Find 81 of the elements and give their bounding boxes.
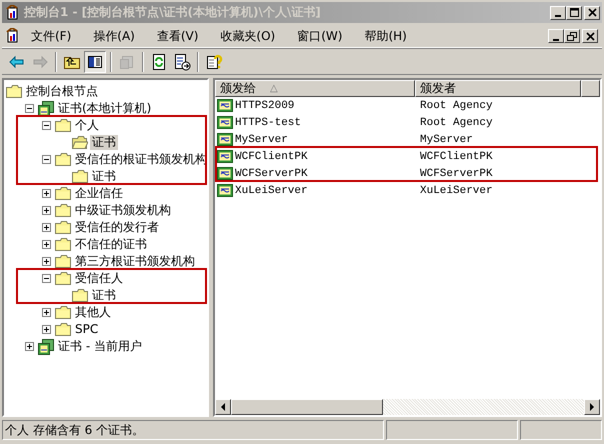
certificate-icon	[217, 149, 233, 164]
folder-icon	[55, 186, 71, 202]
folder-icon	[55, 202, 71, 218]
app-icon	[6, 4, 20, 20]
app-icon	[6, 28, 20, 44]
expand-icon[interactable]	[42, 206, 51, 215]
menu-item[interactable]: 帮助(H)	[353, 28, 418, 44]
issuer-cell: WCFServerPK	[420, 168, 493, 180]
scroll-right-button[interactable]	[584, 399, 600, 415]
folder-icon	[72, 168, 88, 184]
expand-icon[interactable]	[42, 257, 51, 266]
folder-icon	[55, 254, 71, 270]
certificate-icon	[217, 183, 233, 198]
tree-item[interactable]: 个人	[73, 118, 101, 133]
certificate-icon	[217, 132, 233, 147]
expand-icon[interactable]	[25, 342, 34, 351]
right-arrow-icon	[589, 403, 595, 411]
folder-icon	[55, 304, 71, 320]
folder-icon	[55, 152, 71, 168]
collapse-icon[interactable]	[42, 155, 51, 164]
certificate-store-icon	[38, 100, 54, 116]
collapse-icon[interactable]	[25, 104, 34, 113]
expand-icon[interactable]	[42, 240, 51, 249]
expand-icon[interactable]	[42, 189, 51, 198]
tree-item[interactable]: SPC	[73, 322, 100, 337]
folder-icon	[72, 288, 88, 304]
issuer-cell: MyServer	[420, 134, 473, 146]
issuer-cell: WCFClientPK	[420, 150, 493, 162]
tree-item[interactable]: 证书	[90, 288, 118, 303]
issuer-cell: Root Agency	[420, 100, 493, 112]
expand-icon[interactable]	[42, 325, 51, 334]
tree-item[interactable]: 受信任人	[73, 271, 125, 286]
certificate-icon	[217, 166, 233, 181]
folder-icon	[55, 220, 71, 236]
certificate-name[interactable]: HTTPS-test	[235, 116, 302, 128]
certificate-icon	[217, 98, 233, 113]
open-folder-icon	[72, 134, 88, 150]
column-header[interactable]: 颁发给 △	[215, 80, 415, 97]
menu-item[interactable]: 收藏夹(O)	[209, 28, 286, 44]
collapse-icon[interactable]	[42, 274, 51, 283]
tree-item[interactable]: 受信任的发行者	[73, 220, 161, 235]
tree-item[interactable]: 企业信任	[73, 186, 125, 201]
certificate-name[interactable]: XuLeiServer	[235, 184, 308, 196]
column-header[interactable]: 颁发者	[415, 80, 581, 97]
refresh-icon[interactable]	[150, 52, 168, 70]
menu-item[interactable]: 文件(F)	[20, 28, 82, 44]
tree-item[interactable]: 证书(本地计算机)	[56, 101, 154, 116]
status-text: 个人 存储含有 6 个证书。	[2, 420, 384, 440]
tree-item[interactable]: 证书	[90, 169, 118, 184]
horizontal-scrollbar[interactable]	[215, 399, 600, 415]
expand-icon[interactable]	[42, 308, 51, 317]
scrollbar-thumb[interactable]	[231, 399, 383, 415]
folder-icon	[6, 84, 22, 100]
help-icon[interactable]	[205, 52, 223, 70]
tree-item[interactable]: 其他人	[73, 305, 113, 320]
folder-icon	[55, 118, 71, 134]
menu-item[interactable]: 窗口(W)	[286, 28, 354, 44]
scroll-left-button[interactable]	[215, 399, 231, 415]
folder-icon	[55, 322, 71, 338]
folder-icon	[55, 236, 71, 252]
collapse-icon[interactable]	[42, 121, 51, 130]
expand-icon[interactable]	[42, 223, 51, 232]
menu-item[interactable]: 操作(A)	[82, 28, 146, 44]
tree-item[interactable]: 中级证书颁发机构	[73, 203, 173, 218]
tree-item[interactable]: 证书	[90, 135, 118, 150]
tree-item[interactable]: 控制台根节点	[24, 84, 100, 99]
issuer-cell: XuLeiServer	[420, 184, 493, 196]
left-arrow-icon	[220, 403, 226, 411]
certificate-name[interactable]: WCFServerPK	[235, 168, 308, 180]
certificate-name[interactable]: WCFClientPK	[235, 150, 308, 162]
menu-item[interactable]: 查看(V)	[146, 28, 210, 44]
folder-icon	[55, 270, 71, 286]
issuer-cell: Root Agency	[420, 116, 493, 128]
certificate-store-icon	[38, 338, 54, 354]
certificate-name[interactable]: MyServer	[235, 134, 288, 146]
certificate-name[interactable]: HTTPS2009	[235, 100, 294, 112]
tree-item[interactable]: 第三方根证书颁发机构	[73, 254, 197, 269]
tree-item[interactable]: 不信任的证书	[73, 237, 149, 252]
certificate-icon	[217, 115, 233, 130]
tree-item[interactable]: 证书 - 当前用户	[56, 339, 144, 354]
export-list-icon[interactable]	[173, 52, 191, 70]
